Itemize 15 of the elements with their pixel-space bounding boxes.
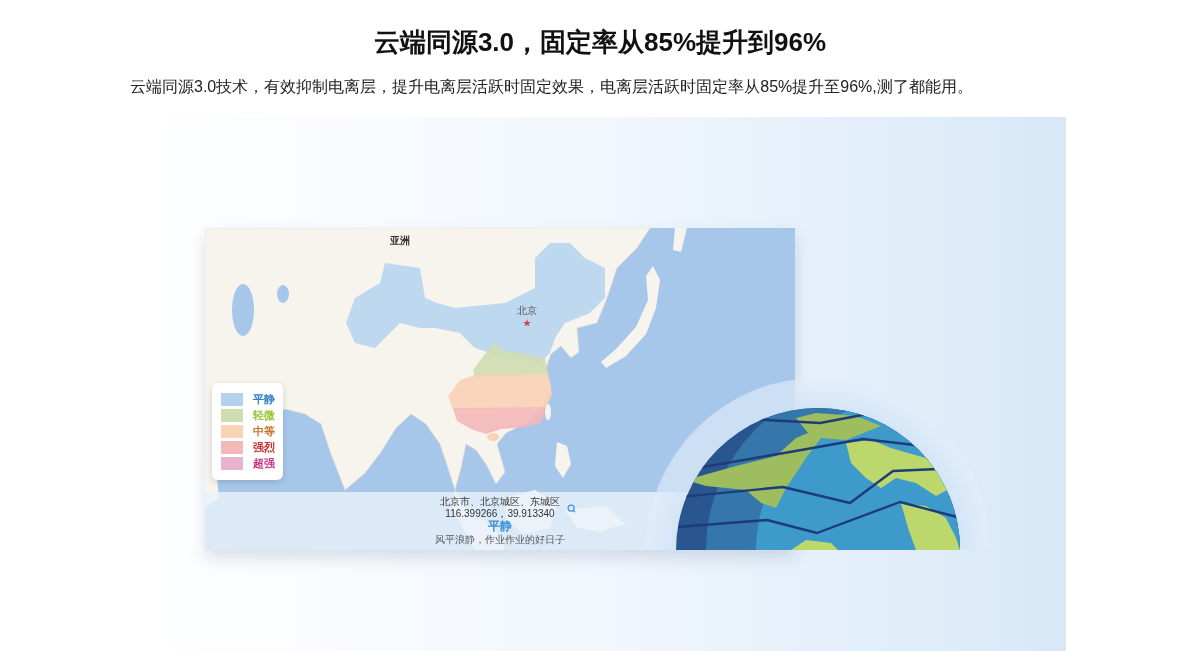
coordinates-text: 116.399266，39.913340 [445,508,555,519]
legend-label: 平静 [253,393,275,406]
legend-label: 中等 [253,425,275,438]
legend-label: 强烈 [253,441,275,454]
region-label: 亚洲 [390,235,410,247]
legend-label: 轻微 [253,409,275,422]
page-title: 云端同源3.0，固定率从85%提升到96% [373,26,827,59]
note-text: 风平浪静，作业作业的好日子 [435,534,565,546]
legend-label: 超强 [253,457,275,470]
city-label: 北京 [517,305,537,317]
star-marker-icon [523,319,531,327]
search-icon[interactable] [567,504,576,513]
location-text: 北京市、北京城区、东城区 [440,496,560,508]
status-text: 平静 [488,519,512,534]
page-description: 云端同源3.0技术，有效抑制电离层，提升电离层活跃时固定效果，电离层活跃时固定率从85%提升至96%,测了都能用。 [130,77,973,97]
